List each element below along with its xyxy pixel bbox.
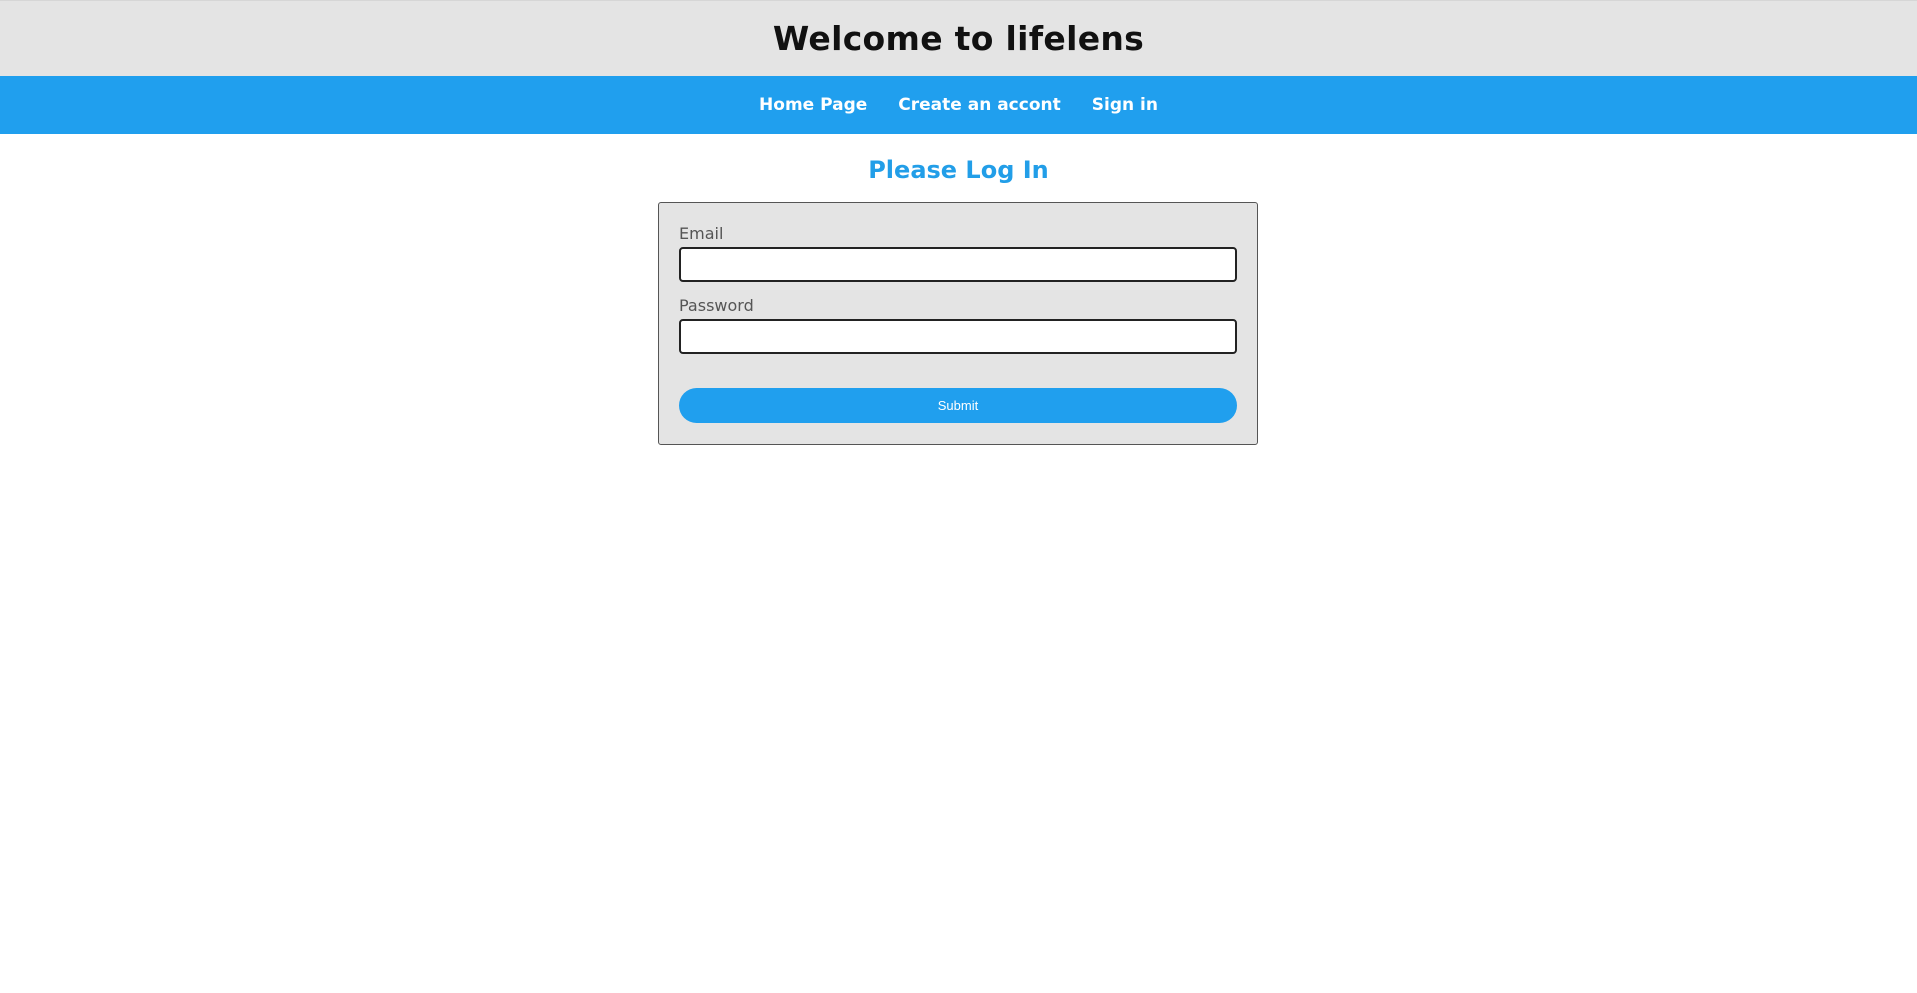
site-header: Welcome to lifelens bbox=[0, 0, 1917, 76]
email-label: Email bbox=[679, 224, 724, 243]
nav-link-sign-in[interactable]: Sign in bbox=[1092, 95, 1158, 115]
submit-button[interactable]: Submit bbox=[679, 388, 1237, 423]
password-label: Password bbox=[679, 296, 754, 315]
password-input[interactable] bbox=[679, 319, 1237, 354]
main-content: Please Log In Email Password Submit bbox=[0, 156, 1917, 445]
email-field-group: Email bbox=[679, 223, 1237, 282]
login-form: Email Password Submit bbox=[658, 202, 1258, 445]
nav-link-create-account[interactable]: Create an accont bbox=[898, 95, 1060, 115]
page-heading: Please Log In bbox=[868, 156, 1049, 184]
main-nav: Home Page Create an accont Sign in bbox=[0, 76, 1917, 134]
password-field-group: Password bbox=[679, 295, 1237, 354]
nav-link-home[interactable]: Home Page bbox=[759, 95, 867, 115]
site-title: Welcome to lifelens bbox=[772, 19, 1145, 58]
email-input[interactable] bbox=[679, 247, 1237, 282]
